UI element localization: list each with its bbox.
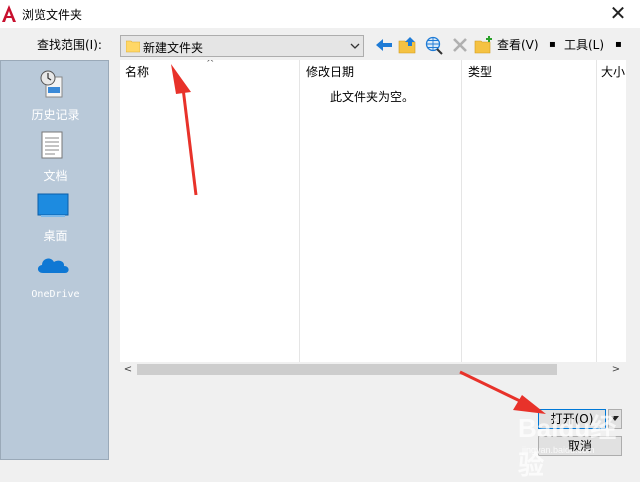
scroll-thumb[interactable] — [137, 364, 557, 375]
sort-caret-icon: ^ — [206, 60, 215, 69]
folder-icon — [126, 40, 140, 53]
place-label-desktop: 桌面 — [43, 229, 68, 243]
new-folder-icon[interactable] — [474, 35, 494, 55]
views-dropdown-dot-icon[interactable]: ▪ — [549, 35, 556, 55]
place-label-history: 历史记录 — [31, 108, 80, 122]
window-title: 浏览文件夹 — [22, 8, 83, 22]
column-divider — [299, 60, 300, 362]
file-list[interactable]: ^ 名称 修改日期 类型 大小 此文件夹为空。 < > — [120, 60, 626, 377]
look-in-dropdown[interactable]: 新建文件夹 — [120, 35, 364, 57]
open-options-button[interactable] — [608, 409, 622, 429]
cancel-button[interactable]: 取消 — [538, 436, 622, 456]
caret-down-icon — [611, 416, 619, 421]
close-button[interactable]: ✕ — [603, 1, 633, 25]
place-label-onedrive: OneDrive — [31, 289, 80, 300]
tools-dropdown-dot-icon[interactable]: ▪ — [615, 35, 622, 55]
column-header-date[interactable]: 修改日期 — [306, 60, 354, 82]
place-label-documents: 文档 — [43, 169, 68, 183]
back-arrow-icon[interactable] — [374, 35, 394, 55]
column-header-type[interactable]: 类型 — [468, 60, 492, 82]
desktop-icon — [37, 193, 69, 217]
column-header-name[interactable]: 名称 — [125, 60, 149, 82]
column-divider — [596, 60, 597, 362]
chevron-down-icon — [350, 43, 360, 49]
web-search-icon[interactable] — [424, 35, 444, 55]
up-folder-icon[interactable] — [398, 35, 418, 55]
scroll-right-icon[interactable]: > — [610, 362, 622, 377]
title-bar: 浏览文件夹 ✕ — [0, 0, 640, 28]
views-menu-button[interactable]: 查看(V) — [497, 35, 539, 55]
column-header-size[interactable]: 大小 — [601, 60, 625, 82]
horizontal-scrollbar[interactable]: < > — [120, 362, 626, 377]
delete-icon[interactable] — [450, 35, 470, 55]
places-bar: 历史记录 文档 桌面 OneDrive — [0, 60, 109, 460]
column-divider — [461, 60, 462, 362]
empty-folder-message: 此文件夹为空。 — [330, 90, 415, 104]
close-icon: ✕ — [609, 1, 627, 25]
open-button[interactable]: 打开(O) — [538, 409, 606, 429]
autocad-app-icon — [2, 5, 16, 22]
annotation-arrow-down — [459, 370, 546, 414]
look-in-value: 新建文件夹 — [143, 41, 204, 55]
tools-menu-button[interactable]: 工具(L) — [564, 35, 604, 55]
documents-icon — [41, 131, 63, 159]
look-in-label: 查找范围(I): — [37, 38, 102, 52]
onedrive-icon — [37, 258, 69, 273]
history-icon — [40, 70, 63, 98]
scroll-left-icon[interactable]: < — [122, 362, 134, 377]
